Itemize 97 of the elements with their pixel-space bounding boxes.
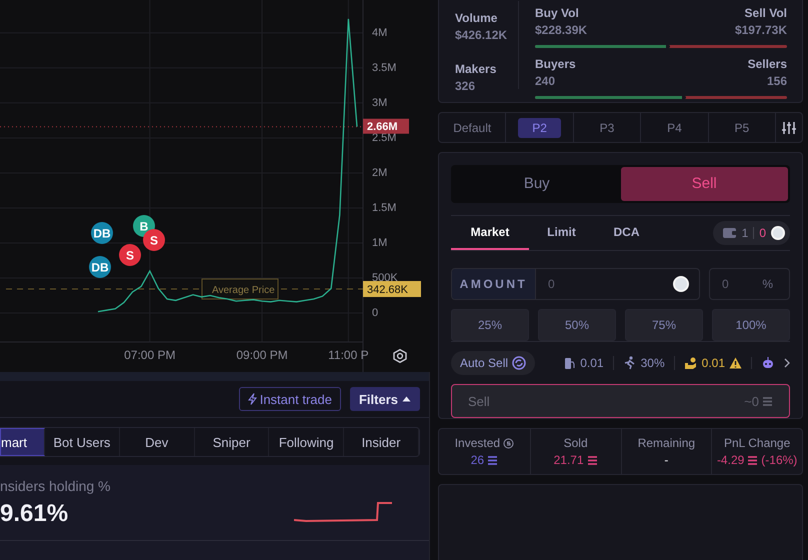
average-price-badge: 342.68K: [363, 281, 421, 298]
insiders-label: nsiders holding %: [0, 478, 111, 494]
position-label: PnL Change: [724, 436, 790, 450]
position-label: Remaining: [638, 436, 696, 450]
auto-sell-button[interactable]: Auto Sell: [451, 351, 536, 376]
avatar-icon: [771, 226, 785, 240]
position-value: 26: [470, 453, 498, 467]
coin-icon: [762, 396, 773, 406]
stat-label: Sell Vol: [744, 6, 787, 20]
wallet-alert-count: 0: [759, 226, 766, 240]
warning-icon: [729, 357, 742, 370]
ref-line-label: Average Price: [212, 285, 276, 296]
stat-value: $426.12K: [455, 28, 508, 42]
preset-tab[interactable]: P4: [641, 113, 709, 142]
holder-tab[interactable]: Bot Users: [45, 428, 120, 456]
y-axis-label: 500K: [372, 272, 398, 284]
holder-tab[interactable]: Following: [269, 428, 344, 456]
estimate-value: ~0: [744, 394, 773, 409]
y-axis-label: 0: [372, 307, 378, 319]
coin-icon: [586, 456, 598, 464]
y-axis-label: 2.5M: [372, 132, 396, 144]
holder-tab[interactable]: Dev: [120, 428, 195, 456]
preset-tab[interactable]: P2: [506, 113, 574, 142]
percent-input[interactable]: 0: [710, 277, 762, 292]
average-price-tag: Average Price: [202, 278, 278, 300]
x-axis-label: 11:00 P: [328, 348, 369, 362]
side-tab[interactable]: Buy: [453, 167, 620, 200]
position-value: -4.29 (-16%): [716, 453, 798, 467]
setting-value: 30%: [640, 356, 665, 370]
chevron-right-icon[interactable]: [784, 358, 790, 368]
x-axis-label: 07:00 PM: [124, 348, 176, 362]
wallet-icon: [722, 227, 737, 238]
y-axis-label: 3M: [372, 96, 388, 109]
preset-tab[interactable]: P3: [574, 113, 642, 142]
trade-marker[interactable]: S: [143, 229, 165, 251]
robot-icon: [761, 357, 775, 370]
preset-tab[interactable]: P5: [708, 113, 776, 142]
settings-icon[interactable]: [393, 348, 407, 364]
slipping-person-icon: [622, 356, 637, 370]
sliders-icon: [782, 120, 796, 134]
position-label: Invested: [454, 436, 514, 450]
position-value: -: [664, 453, 668, 467]
fuel-pump-icon: [564, 356, 576, 370]
currency-swap-icon[interactable]: [503, 438, 514, 448]
wallet-count: 1: [742, 226, 748, 240]
quick-amount-button[interactable]: 75%: [625, 309, 703, 342]
cycle-icon: [512, 356, 526, 370]
stat-label: Buy Vol: [535, 6, 580, 20]
caret-up-icon: [402, 396, 411, 402]
trade-marker[interactable]: DB: [89, 256, 111, 278]
holder-tab[interactable]: Insider: [344, 428, 419, 456]
quick-amount-button[interactable]: 100%: [712, 309, 790, 342]
avatar-icon: [673, 276, 689, 292]
coin-icon: [747, 456, 758, 464]
y-axis-label: 2M: [372, 166, 388, 179]
trade-marker[interactable]: S: [119, 244, 141, 266]
preset-tab[interactable]: Default: [439, 113, 506, 142]
hand-coin-icon: [684, 356, 698, 370]
stat-value: $228.39K: [535, 23, 588, 37]
quick-amount-button[interactable]: 50%: [538, 309, 616, 342]
filters-button[interactable]: Filters: [350, 387, 420, 411]
wallet-selector[interactable]: 1 0: [712, 220, 790, 245]
amount-label: AMOUNT: [452, 268, 536, 300]
stat-label: Buyers: [535, 57, 576, 71]
stat-label: Volume: [455, 11, 498, 25]
trade-marker[interactable]: DB: [91, 222, 113, 244]
percent-unit: %: [762, 277, 773, 292]
holder-tab[interactable]: Sniper: [194, 428, 270, 456]
stat-value: 240: [535, 74, 556, 88]
y-axis-label: 1.5M: [372, 202, 396, 214]
y-axis-label: 4M: [372, 26, 388, 39]
stat-label: Sellers: [748, 57, 787, 71]
quick-amount-button[interactable]: 25%: [451, 309, 529, 342]
side-tab[interactable]: Sell: [620, 167, 788, 200]
instant-trade-button[interactable]: Instant trade: [238, 387, 341, 411]
order-type-tab[interactable]: Limit: [529, 216, 594, 250]
coin-icon: [487, 456, 498, 464]
y-axis-label: 1M: [372, 236, 388, 249]
stat-value: $197.73K: [734, 23, 787, 37]
current-price-badge: 2.66M: [363, 118, 409, 134]
order-type-tab[interactable]: Market: [451, 216, 529, 250]
x-axis-label: 09:00 PM: [236, 348, 288, 362]
order-type-tab[interactable]: DCA: [594, 216, 659, 250]
insiders-value: 9.61%: [0, 500, 70, 528]
setting-value: 0.01: [702, 356, 725, 370]
position-value: 21.71: [554, 453, 598, 467]
lightning-icon: [248, 393, 257, 405]
amount-input[interactable]: 0: [536, 268, 663, 300]
position-label: Sold: [564, 436, 588, 450]
amount-field[interactable]: AMOUNT 0: [451, 268, 700, 300]
y-axis-label: 3.5M: [372, 62, 396, 74]
stat-value: 156: [766, 74, 787, 88]
stat-value: 326: [455, 79, 476, 93]
stat-label: Makers: [455, 62, 498, 76]
percent-field[interactable]: 0 %: [709, 268, 790, 300]
holder-tab[interactable]: mart: [0, 428, 45, 456]
setting-value: 0.01: [580, 356, 604, 370]
